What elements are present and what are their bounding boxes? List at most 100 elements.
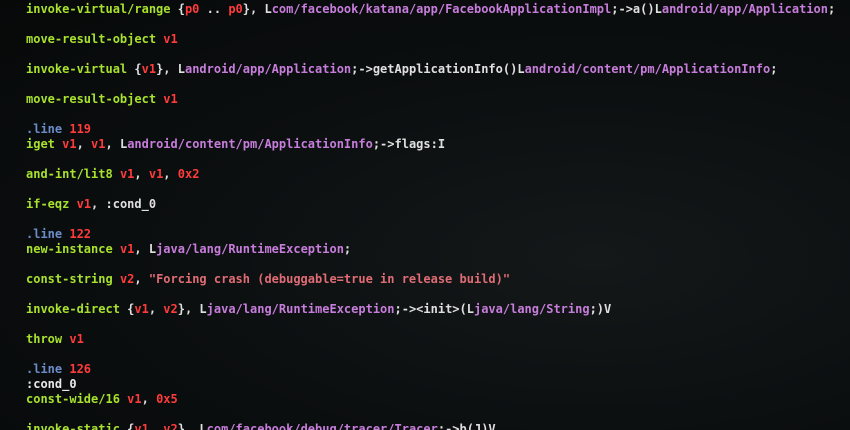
code-token: v1 xyxy=(76,197,92,211)
code-line: .line 122 xyxy=(26,226,91,242)
code-token: move-result-object xyxy=(26,92,157,106)
code-token: 126 xyxy=(69,362,92,376)
code-token: 0x2 xyxy=(177,167,200,181)
code-token: android/content/pm/ApplicationInfo xyxy=(524,62,771,76)
code-token: .line xyxy=(26,362,63,376)
code-line: invoke-static {v1, v2}, Lcom/facebook/de… xyxy=(26,421,496,430)
code-token: { xyxy=(119,422,135,430)
code-line: if-eqz v1, :cond_0 xyxy=(26,196,156,212)
code-token: p0 xyxy=(184,2,200,16)
code-token: java/lang/RuntimeException xyxy=(206,302,395,316)
code-token: 122 xyxy=(69,227,92,241)
code-token: .line xyxy=(26,227,63,241)
code-token: move-result-object xyxy=(26,32,157,46)
code-token: v2 xyxy=(163,302,178,316)
code-line: new-instance v1, Ljava/lang/RuntimeExcep… xyxy=(26,241,351,257)
code-token: v2 xyxy=(119,272,135,286)
code-editor[interactable]: invoke-virtual/range {p0 .. p0}, Lcom/fa… xyxy=(0,0,850,430)
code-token: }, xyxy=(156,62,178,76)
code-token: L xyxy=(148,242,157,256)
code-line: const-wide/16 v1, 0x5 xyxy=(26,391,178,407)
code-token: , xyxy=(134,242,149,256)
code-token: , xyxy=(148,422,164,430)
code-token: invoke-direct xyxy=(26,302,120,316)
code-line: .line 126 xyxy=(26,361,91,377)
code-line: invoke-virtual/range {p0 .. p0}, Lcom/fa… xyxy=(26,1,835,17)
code-token: L xyxy=(199,302,207,316)
code-token: ;->getApplicationInfo() xyxy=(351,62,518,76)
code-token: , xyxy=(141,392,157,406)
code-token: "Forcing crash (debuggable=true in relea… xyxy=(148,272,511,286)
code-token: .line xyxy=(26,122,63,136)
code-token: , xyxy=(134,272,149,286)
code-token: ;->b(J)V xyxy=(437,422,496,430)
code-token: ; xyxy=(343,242,352,256)
code-token: 119 xyxy=(69,122,92,136)
code-token: v1 xyxy=(163,32,178,46)
code-line: throw v1 xyxy=(26,331,84,347)
code-token: L xyxy=(654,2,662,16)
code-token: , xyxy=(148,302,164,316)
code-token: v1 xyxy=(119,167,135,181)
code-token: v1 xyxy=(69,332,84,346)
code-token: if-eqz xyxy=(26,197,70,211)
code-token: const-wide/16 xyxy=(26,392,120,406)
code-token: java/lang/String xyxy=(473,302,590,316)
code-token: v1 xyxy=(148,167,164,181)
code-token: v1 xyxy=(134,422,149,430)
code-line: .line 119 xyxy=(26,121,91,137)
code-token: , xyxy=(134,167,149,181)
code-token: { xyxy=(119,302,135,316)
code-token: v1 xyxy=(141,62,157,76)
code-token: 0x5 xyxy=(156,392,178,406)
code-line: iget v1, v1, Landroid/content/pm/Applica… xyxy=(26,136,445,152)
code-token: v1 xyxy=(163,92,178,106)
code-token: invoke-static xyxy=(26,422,120,430)
code-token: , xyxy=(76,137,92,151)
code-token: com/facebook/debug/tracer/Tracer xyxy=(206,422,438,430)
code-token: :cond_0 xyxy=(26,377,77,391)
code-token: , :cond_0 xyxy=(91,197,157,211)
code-token: java/lang/RuntimeException xyxy=(156,242,344,256)
code-line: :cond_0 xyxy=(26,376,77,392)
code-token: v1 xyxy=(127,392,142,406)
code-token: iget xyxy=(26,137,55,151)
code-line: move-result-object v1 xyxy=(26,91,178,107)
code-token: ;)V xyxy=(589,302,612,316)
code-token: }, xyxy=(177,302,200,316)
code-token: ;->flags:I xyxy=(372,137,446,151)
code-line: and-int/lit8 v1, v1, 0x2 xyxy=(26,166,199,182)
code-token: L xyxy=(466,302,474,316)
code-token: L xyxy=(199,422,207,430)
code-token: L xyxy=(264,2,272,16)
code-line: const-string v2, "Forcing crash (debugga… xyxy=(26,271,510,287)
code-token: v1 xyxy=(134,302,149,316)
code-token: ;-><init>( xyxy=(394,302,467,316)
code-token: p0 xyxy=(228,2,243,16)
code-token: ; xyxy=(828,2,836,16)
code-token: { xyxy=(127,62,142,76)
code-token: , xyxy=(105,137,120,151)
code-token: v1 xyxy=(119,242,135,256)
code-line: invoke-virtual {v1}, Landroid/app/Applic… xyxy=(26,61,777,77)
code-token: android/app/Application xyxy=(184,62,352,76)
code-line: move-result-object v1 xyxy=(26,31,178,47)
code-token: }, xyxy=(242,2,265,16)
code-token: .. xyxy=(199,2,229,16)
code-token: new-instance xyxy=(26,242,113,256)
code-token: invoke-virtual xyxy=(26,62,128,76)
code-token: L xyxy=(517,62,525,76)
code-token: and-int/lit8 xyxy=(26,167,113,181)
code-token: const-string xyxy=(26,272,113,286)
code-token: throw xyxy=(26,332,63,346)
code-token: }, xyxy=(177,422,200,430)
code-token: v1 xyxy=(62,137,77,151)
code-token: , xyxy=(163,167,178,181)
code-token: android/content/pm/ApplicationInfo xyxy=(127,137,373,151)
code-token: v2 xyxy=(163,422,178,430)
code-token: android/app/Application xyxy=(661,2,829,16)
